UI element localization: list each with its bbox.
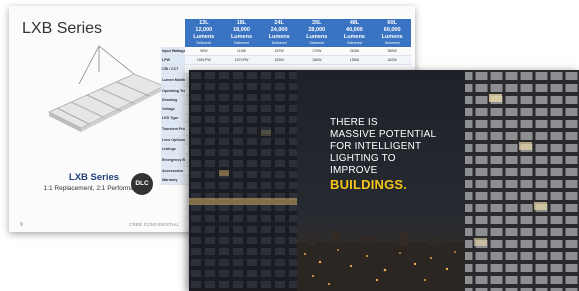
- spec-column-header-line: Lumens: [381, 34, 403, 40]
- spec-cell: 157LPW: [222, 55, 261, 65]
- spec-column-header-line: Delivered: [271, 41, 287, 45]
- spec-row-label: Transient Protection: [161, 122, 185, 136]
- spec-cell: 150LPW: [185, 55, 223, 65]
- spec-cell: 155W: [335, 55, 374, 65]
- spec-cell: 119W: [222, 47, 261, 56]
- intelligent-lighting-slide: THERE IS MASSIVE POTENTIAL FOR INTELLIGE…: [189, 70, 579, 291]
- spec-column-header-line: Delivered: [309, 41, 325, 45]
- spec-column-header-line: 24L: [274, 20, 284, 26]
- spec-row-label: Lens Options: [161, 135, 185, 145]
- spec-row-label: LED Type: [161, 113, 185, 123]
- spec-column-header-line: Delivered: [196, 41, 212, 45]
- spec-column-header-line: 48L: [349, 20, 360, 26]
- spec-cell: 157W: [260, 47, 298, 56]
- confidential-footer: CREE CONFIDENTIAL: [129, 222, 180, 227]
- spec-cell: 162W: [373, 55, 411, 65]
- spec-corner-cell: [161, 19, 185, 47]
- spec-cell: 263W: [335, 47, 374, 56]
- spec-table-row: LPW 150LPW 157LPW 153W 156W 155W 162W: [161, 55, 411, 65]
- spec-column-header-line: Lumens: [193, 34, 215, 40]
- spec-column-header-line: 12,000: [195, 27, 213, 33]
- spec-table-header: 13L 12,000 Lumens Delivered 18L 18,000 Lumens D…: [161, 19, 411, 47]
- dlc-badge-icon: DLC: [131, 173, 153, 195]
- spec-row-label: Emergency Battery Backup: [161, 153, 185, 167]
- page-number: 9: [20, 222, 23, 228]
- high-bay-fixture-image: [48, 45, 165, 132]
- spec-column-header: 24L 24,000 Lumens Delivered: [260, 19, 298, 47]
- spec-row-label: Voltage: [161, 104, 185, 114]
- headline-accent: BUILDINGS.: [330, 177, 408, 192]
- spec-column-header-line: 18,000: [233, 27, 250, 33]
- spec-column-header-line: Lumens: [306, 34, 328, 40]
- slide-title: LXB Series: [22, 20, 103, 37]
- spec-row-label: Lumen Maintenance: [161, 73, 185, 87]
- spec-column-header-line: Delivered: [384, 41, 400, 45]
- spec-column-header-line: Delivered: [347, 41, 362, 45]
- spec-row-label: CRI / CCT: [161, 64, 185, 74]
- headline-line-1: THERE IS: [330, 117, 378, 128]
- spec-column-header-line: 28,000: [308, 27, 326, 33]
- headline-line-3: FOR INTELLIGENT: [330, 141, 422, 152]
- spec-column-header-line: Delivered: [234, 41, 249, 45]
- spec-row-label: Warranty: [161, 175, 185, 185]
- spec-column-header-line: 24,000: [270, 27, 288, 33]
- spec-column-header-line: 35L: [312, 20, 322, 26]
- spec-cell: 156W: [297, 55, 336, 65]
- spec-column-header: 48L 40,000 Lumens Delivered: [335, 19, 374, 47]
- spec-column-header-line: 13L: [199, 20, 209, 26]
- spec-column-header: 35L 28,000 Lumens Delivered: [297, 19, 336, 47]
- spec-row-label: LPW: [161, 55, 185, 65]
- spec-column-header-line: Lumens: [268, 34, 290, 40]
- spec-cell: 90W: [185, 47, 223, 56]
- spec-column-header-line: 60L: [387, 20, 397, 26]
- spec-column-header: 18L 18,000 Lumens Delivered: [222, 19, 261, 47]
- spec-column-header-line: 60,000: [383, 27, 401, 33]
- spec-table-row: Input Wattage 90W 119W 157W 179W 263W 365W: [161, 47, 411, 56]
- spec-column-header-line: Lumens: [343, 34, 365, 40]
- spec-column-header-line: Lumens: [230, 34, 253, 40]
- spec-row-label: Listings: [161, 144, 185, 154]
- spec-column-header: 60L 60,000 Lumens Delivered: [373, 19, 411, 47]
- spec-cell: 365W: [373, 47, 411, 56]
- spec-column-header-line: 18L: [236, 20, 247, 26]
- spec-row-label: Input Wattage: [161, 47, 185, 56]
- headline-line-4: LIGHTING TO: [330, 153, 396, 164]
- spec-row-label: Operating Temp: [161, 86, 185, 96]
- spec-column-header: 13L 12,000 Lumens Delivered: [185, 19, 223, 47]
- headline-text: THERE IS MASSIVE POTENTIAL FOR INTELLIGE…: [330, 117, 436, 193]
- headline-line-5: IMPROVE: [330, 165, 378, 176]
- spec-row-label: Dimming: [161, 95, 185, 105]
- spec-row-label: Accessories: [161, 166, 185, 176]
- headline-line-2: MASSIVE POTENTIAL: [330, 129, 437, 140]
- spec-cell: 179W: [297, 47, 336, 56]
- spec-column-header-line: 40,000: [346, 27, 363, 33]
- spec-cell: 153W: [260, 55, 298, 65]
